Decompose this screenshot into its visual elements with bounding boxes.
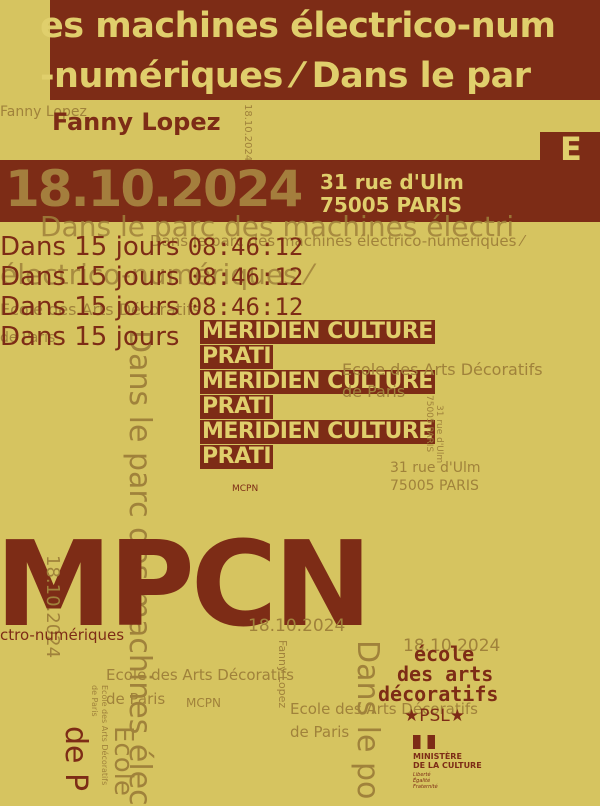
mcpn-label-1: MCPN [232, 484, 259, 494]
address-vertical-2: 75005 PARIS [424, 395, 434, 453]
countdown-time: 08:46:12 [187, 293, 304, 321]
author-name: Fanny Lopez [52, 108, 221, 136]
star-icon: ★ [449, 706, 466, 726]
countdown-line-3: Dans 15 jours 08:46:12 [0, 292, 303, 322]
ecole-name-lower: Ecole des Arts Décoratifs [106, 666, 294, 684]
ecole-city-lower-2: de Paris [290, 723, 350, 741]
ecole-city-lower: de Paris [106, 690, 166, 708]
ensad-logo-line-3: décoratifs [378, 682, 499, 706]
countdown-time: 08:46:12 [187, 233, 304, 261]
address-line-1: 31 rue d'Ulm [390, 460, 481, 476]
countdown-prefix: Dans 15 jours [0, 322, 180, 352]
ministere-flag-icon [413, 735, 435, 749]
countdown-time: 08:46:12 [187, 263, 304, 291]
ministere-line-1: MINISTÈRE [413, 752, 462, 761]
numeriques-label: ctro-numériques [0, 626, 125, 644]
address-line-2: 75005 PARIS [390, 478, 479, 494]
vertical-ecole-partial: Ecole [108, 726, 138, 796]
date-lower: 18.10.2024 [248, 616, 346, 636]
banner-line-2: -numériques ⁄ Dans le par [40, 56, 531, 96]
ministere-line-2: DE LA CULTURE [413, 761, 482, 770]
prati-box-3: PRATI [200, 444, 274, 469]
date-band-address-1: 31 rue d'Ulm [320, 170, 464, 194]
de-paris-vertical: de Paris [90, 685, 99, 717]
countdown-line-4: Dans 15 jours [0, 322, 179, 352]
date-vertical-small: 18.10.2024 [242, 104, 253, 162]
countdown-line-1: Dans 15 jours 08:46:12 [0, 232, 303, 262]
vertical-dans-le-po: Dans le po [350, 640, 385, 800]
prati-box-1: PRATI [200, 344, 274, 369]
psl-logo: ★PSL★ [404, 706, 465, 726]
ecole-city-right: de Paris [342, 382, 406, 401]
vertical-de-p: de P [58, 726, 93, 792]
star-icon: ★ [404, 706, 420, 726]
countdown-prefix: Dans 15 jours [0, 232, 180, 262]
prati-box-2: PRATI [200, 394, 274, 419]
psl-label: PSL [419, 706, 450, 726]
ministere-motto: Liberté Égalité Fraternité [413, 772, 438, 790]
countdown-prefix: Dans 15 jours [0, 292, 180, 322]
banner-line-1: es machines électrico-num [40, 6, 556, 46]
countdown-line-2: Dans 15 jours 08:46:12 [0, 262, 303, 292]
address-vertical-1: 31 rue d'Ulm [434, 405, 444, 464]
ecole-name-right: Ecole des Arts Décoratifs [342, 360, 543, 379]
countdown-prefix: Dans 15 jours [0, 262, 180, 292]
meridien-box-1: MERIDIEN CULTURE [200, 319, 435, 344]
mcpn-label-2: MCPN [186, 696, 221, 710]
meridien-box-3: MERIDIEN CULTURE [200, 419, 435, 444]
